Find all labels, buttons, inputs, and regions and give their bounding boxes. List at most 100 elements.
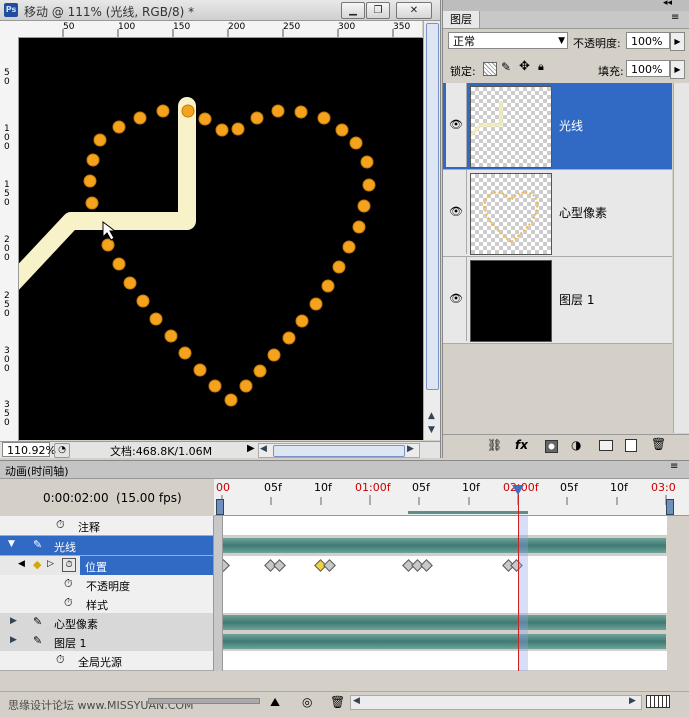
fill-slider-arrow-icon[interactable]: ▶ xyxy=(670,60,685,79)
layer-row-background[interactable]: 👁︎ 图层 1 xyxy=(443,257,672,344)
document-titlebar[interactable]: Ps 移动 @ 111% (光线, RGB/8) * ▁ ❐ ✕ xyxy=(0,0,440,21)
track-position[interactable] xyxy=(217,556,667,576)
panel-menu-icon[interactable]: ≡ xyxy=(670,461,678,472)
track-style[interactable] xyxy=(221,594,667,614)
visibility-eye-icon[interactable]: 👁︎ xyxy=(446,83,467,167)
keyframe[interactable] xyxy=(323,559,336,572)
adjustment-icon[interactable]: ◑ xyxy=(571,438,581,452)
track-name: 不透明度 xyxy=(86,580,130,593)
layer-duration-bar[interactable] xyxy=(221,538,666,553)
layer-row-light[interactable]: 👁︎ 光线 xyxy=(443,83,672,170)
track-label-layer1[interactable]: ▶ ✎ 图层 1 xyxy=(0,632,213,652)
scroll-left-arrow-icon[interactable]: ◀ xyxy=(353,696,360,706)
scroll-left-arrow-icon[interactable]: ◀ xyxy=(260,444,267,454)
layer-name[interactable]: 心型像素 xyxy=(559,204,607,221)
trash-icon[interactable]: 🗑︎ xyxy=(651,437,666,451)
work-area-start-handle[interactable] xyxy=(216,499,224,515)
work-area-end-handle[interactable] xyxy=(666,499,674,515)
keyframe[interactable] xyxy=(273,559,286,572)
expand-triangle-icon[interactable]: ▶ xyxy=(10,616,17,626)
collapse-triangle-icon[interactable]: ▼ xyxy=(8,539,15,549)
close-button[interactable]: ✕ xyxy=(396,2,432,19)
stopwatch-icon[interactable]: ⏱︎ xyxy=(56,518,65,532)
lock-paint-icon[interactable]: ✎ xyxy=(501,60,511,74)
status-menu-arrow-icon[interactable]: ▶ xyxy=(247,443,255,454)
opacity-slider-arrow-icon[interactable]: ▶ xyxy=(670,32,685,51)
lock-all-icon[interactable]: 🔒︎ xyxy=(538,60,544,74)
tab-animation[interactable]: 动画(时间轴) xyxy=(5,463,69,479)
next-keyframe-icon[interactable]: ▷ xyxy=(47,559,54,569)
zoom-slider[interactable] xyxy=(148,698,260,704)
layers-scrollbar[interactable] xyxy=(673,83,689,433)
fx-icon[interactable]: fx xyxy=(515,438,528,452)
fill-field[interactable]: 100% xyxy=(626,60,670,77)
track-name: 注释 xyxy=(78,521,100,534)
frame-mode-icon[interactable] xyxy=(646,695,670,708)
ruler-label: 150 xyxy=(173,22,191,32)
document-canvas[interactable] xyxy=(19,38,423,440)
time-ruler[interactable]: 00 05f 10f 01:00f 05f 10f 02:00f 05f 10f… xyxy=(214,479,689,516)
layer-duration-bar[interactable] xyxy=(221,634,666,649)
blend-mode-select[interactable]: 正常 ▼ xyxy=(448,32,568,49)
ruler-label: 1 5 0 xyxy=(4,180,10,208)
current-time[interactable]: 0:00:02:00 xyxy=(43,491,109,505)
status-info-icon[interactable]: ◔ xyxy=(54,443,70,458)
expand-triangle-icon[interactable]: ▶ xyxy=(10,635,17,645)
mask-icon[interactable] xyxy=(545,440,558,453)
keyframe[interactable] xyxy=(420,559,433,572)
restore-button[interactable]: ❐ xyxy=(366,2,390,19)
track-label-global-light[interactable]: ⏱︎ 全局光源 xyxy=(0,651,213,671)
zoom-field[interactable]: 110.92% xyxy=(2,442,56,457)
stopwatch-active-icon[interactable]: ⏱︎ xyxy=(62,558,76,572)
stopwatch-icon[interactable]: ⏱︎ xyxy=(64,577,73,591)
mountain-large-icon[interactable]: ⛰︎ xyxy=(270,695,280,710)
track-label-position[interactable]: ◀ ◆ ▷ ⏱︎ 位置 xyxy=(0,556,213,576)
new-layer-icon[interactable] xyxy=(625,439,637,452)
track-label-style[interactable]: ⏱︎ 样式 xyxy=(0,594,213,614)
track-label-opacity[interactable]: ⏱︎ 不透明度 xyxy=(0,575,213,595)
track-label-comments[interactable]: ⏱︎ 注释 xyxy=(0,516,213,536)
layer-thumbnail xyxy=(470,86,552,168)
scroll-thumb[interactable] xyxy=(426,23,439,390)
track-comments[interactable] xyxy=(221,516,667,536)
collapse-panel-icon[interactable]: ◂◂ xyxy=(663,0,672,8)
layer-row-heart[interactable]: 👁︎ 心型像素 xyxy=(443,170,672,257)
ruler-horizontal[interactable]: 50 100 150 200 250 300 350 xyxy=(18,21,422,38)
layer-name[interactable]: 光线 xyxy=(559,117,583,134)
panel-menu-icon[interactable]: ≡ xyxy=(671,12,679,23)
h-scroll-thumb[interactable] xyxy=(273,445,405,457)
track-global-light[interactable] xyxy=(221,651,667,671)
opacity-field[interactable]: 100% xyxy=(626,32,670,49)
track-opacity[interactable] xyxy=(221,575,667,595)
ruler-vertical[interactable]: 5 0 1 0 0 1 5 0 2 0 0 2 5 0 3 0 0 3 5 0 xyxy=(0,37,19,441)
visibility-eye-icon[interactable]: 👁︎ xyxy=(446,257,467,341)
horizontal-scrollbar[interactable]: ◀ ▶ xyxy=(258,443,420,458)
doc-size-readout: 文档:468.8K/1.06M xyxy=(110,445,213,458)
timeline-scrollbar[interactable]: ◀ ▶ xyxy=(350,695,642,710)
layer-name[interactable]: 图层 1 xyxy=(559,291,594,308)
stopwatch-icon[interactable]: ⏱︎ xyxy=(64,596,73,610)
scroll-right-arrow-icon[interactable]: ▶ xyxy=(407,444,414,454)
folder-icon[interactable] xyxy=(599,440,613,451)
minimize-button[interactable]: ▁ xyxy=(341,2,365,19)
track-label-heart-layer[interactable]: ▶ ✎ 心型像素 xyxy=(0,613,213,633)
tab-layers[interactable]: 图层 xyxy=(443,11,480,28)
stopwatch-icon[interactable]: ⏱︎ xyxy=(56,653,65,667)
blend-mode-value: 正常 xyxy=(453,35,475,48)
keyframe-diamond-icon[interactable]: ◆ xyxy=(33,558,41,571)
link-icon[interactable]: ⛓︎ xyxy=(487,438,502,452)
scroll-up-arrow-icon[interactable]: ▲ xyxy=(426,411,437,422)
playhead-handle-icon[interactable] xyxy=(512,485,524,495)
scroll-right-arrow-icon[interactable]: ▶ xyxy=(629,696,636,706)
scroll-down-arrow-icon[interactable]: ▼ xyxy=(426,425,437,436)
tween-icon[interactable]: ◎ xyxy=(302,695,312,709)
lock-transparent-icon[interactable] xyxy=(483,62,497,76)
prev-keyframe-icon[interactable]: ◀ xyxy=(18,559,25,569)
vertical-scrollbar[interactable]: ▲ ▼ xyxy=(423,21,440,440)
panel-dock-bar[interactable]: ◂◂ xyxy=(443,0,689,11)
lock-move-icon[interactable]: ✥ xyxy=(519,59,530,74)
visibility-eye-icon[interactable]: 👁︎ xyxy=(446,170,467,254)
layer-duration-bar[interactable] xyxy=(221,615,666,630)
track-label-light-layer[interactable]: ▼ ✎ 光线 xyxy=(0,536,213,556)
trash-icon[interactable]: 🗑︎ xyxy=(330,695,345,709)
